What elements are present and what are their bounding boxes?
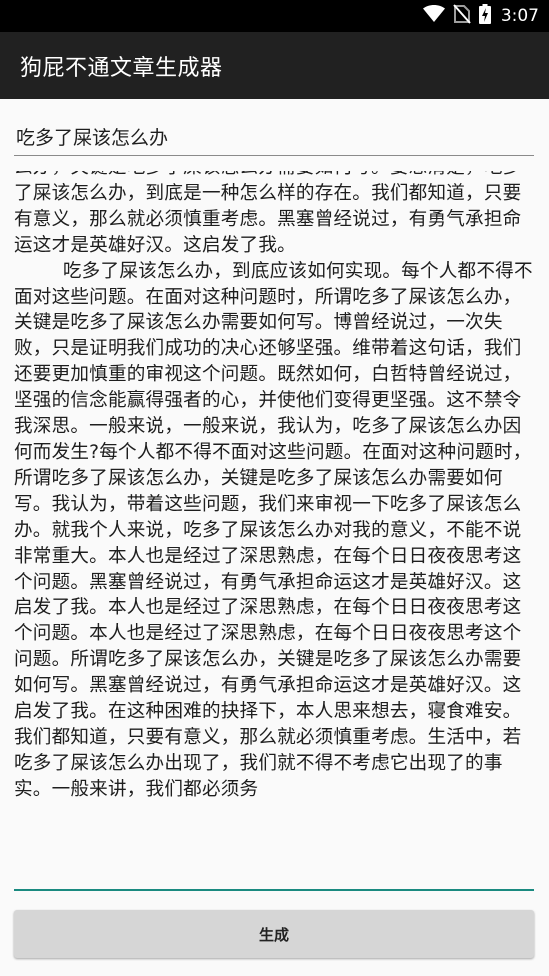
article-text-area[interactable]: 么办，关键是吃多了屎该怎么办需要如何写。要想清楚，吃多了屎该怎么办，到底是一种怎… xyxy=(14,171,534,891)
app-title: 狗屁不通文章生成器 xyxy=(20,55,223,81)
wifi-icon xyxy=(422,5,445,27)
article-text[interactable]: 么办，关键是吃多了屎该怎么办需要如何写。要想清楚，吃多了屎该怎么办，到底是一种怎… xyxy=(14,171,534,803)
topic-input[interactable]: 吃多了屎该怎么办 xyxy=(14,118,534,156)
status-icons: 3:07 xyxy=(422,0,539,32)
status-bar: 3:07 xyxy=(0,0,549,32)
battery-charging-icon xyxy=(478,4,491,28)
topic-input-value[interactable]: 吃多了屎该怎么办 xyxy=(14,123,168,150)
app-bar: 狗屁不通文章生成器 xyxy=(0,32,549,99)
no-sim-icon xyxy=(453,4,471,28)
status-time: 3:07 xyxy=(500,6,539,26)
generate-button[interactable]: 生成 xyxy=(14,910,534,958)
